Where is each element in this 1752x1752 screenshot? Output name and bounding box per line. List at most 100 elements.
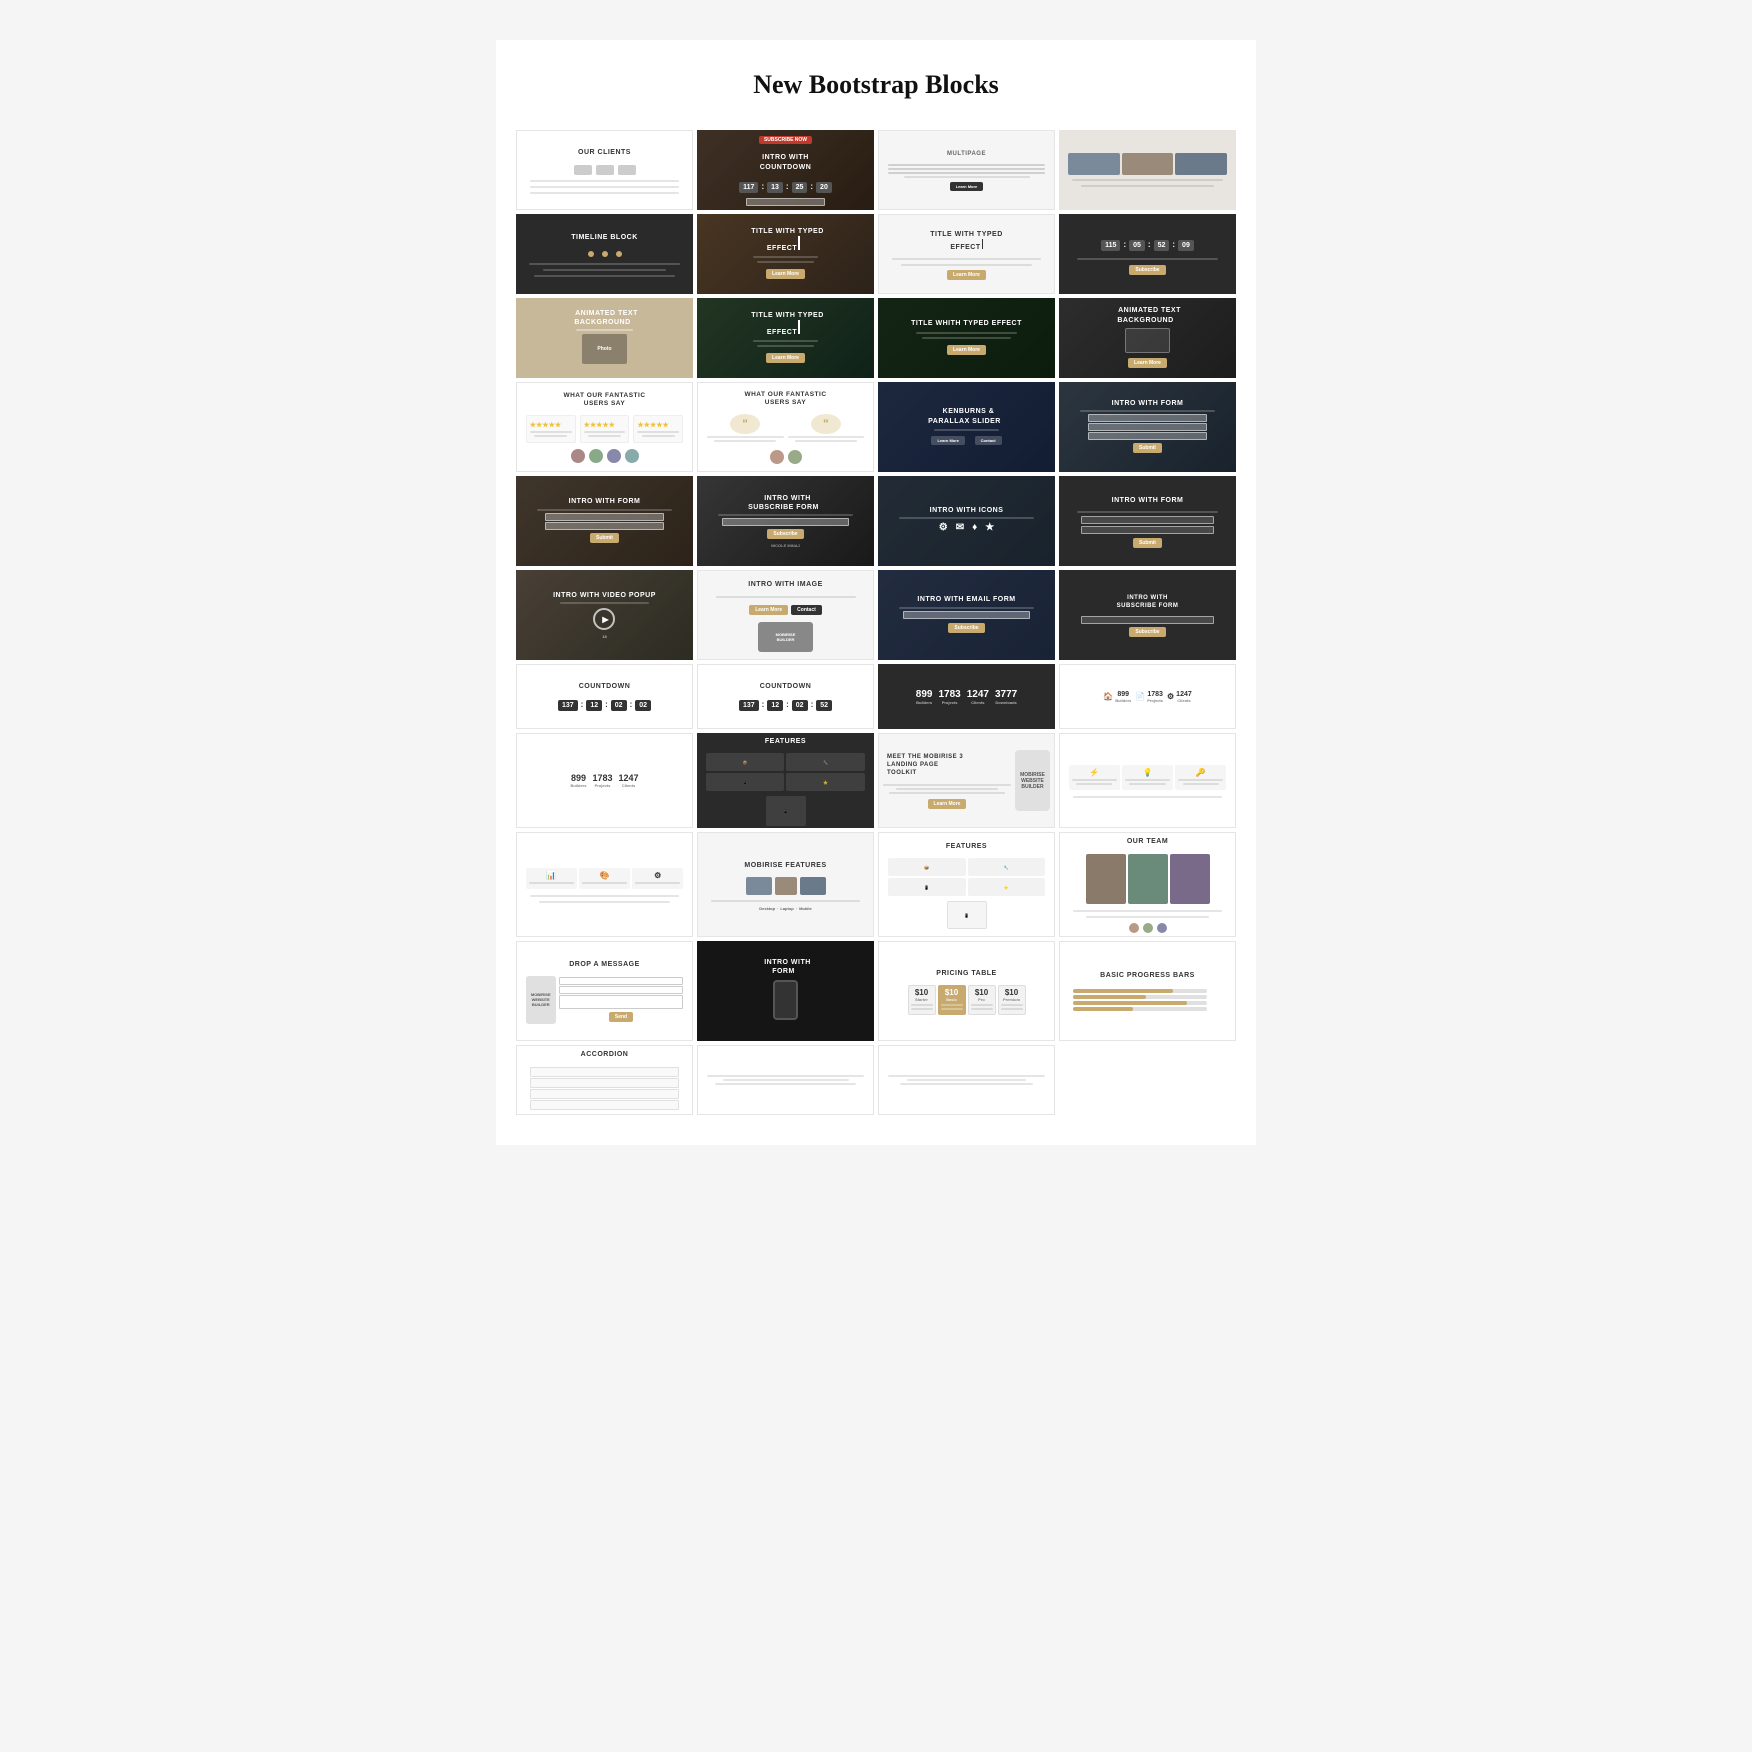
pricing-label: PRICING TABLE [932,965,1000,982]
block-animated-text-1[interactable]: ANIMATED TEXTBACKGROUND Photo [516,298,693,378]
meet-mobirise-btn[interactable]: Learn More [928,799,967,809]
block-countdown-dark[interactable]: 115 : 05 : 52 : 09 Subscribe [1059,214,1236,294]
block-intro-icons[interactable]: INTRO WITH ICONS ⚙ ✉ ♦ ★ [878,476,1055,566]
block-our-team[interactable]: OUR TEAM [1059,832,1236,937]
block-kenburns[interactable]: KENBURNS &PARALLAX SLIDER Learn More Con… [878,382,1055,472]
block-photo-gallery[interactable] [1059,130,1236,210]
intro-form-input-3[interactable] [1088,432,1206,440]
typed-label-1: TITLE WITH TYPEDEFFECT [747,224,824,256]
drop-input-1[interactable] [559,977,684,985]
stat-icon-1-symbol: 🏠 [1103,692,1113,701]
feature-4: ⭐ [786,773,865,791]
block-our-clients[interactable]: OUR CLIENTS [516,130,693,210]
block-countdown-1[interactable]: COUNTDOWN 137 : 12 : 02 : 02 [516,664,693,729]
form-mobile-input-2[interactable] [1081,526,1214,534]
stat-2-3-num: 1247 [619,773,639,783]
stat-icon-3-num: 1247 [1176,691,1192,698]
form-mobile-input-1[interactable] [1081,516,1214,524]
email-form-submit[interactable]: Subscribe [948,623,984,633]
stat-icon-1-num: 899 [1115,691,1131,698]
block-title-typed-1[interactable]: TITLE WITH TYPEDEFFECT Learn More [697,214,874,294]
block-services-1[interactable]: ⚡ 💡 🔑 [1059,733,1236,828]
block-countdown-2[interactable]: COUNTDOWN 137 : 12 : 02 : 52 [697,664,874,729]
accordion-item-3[interactable] [530,1089,680,1099]
block-drop-message[interactable]: DROP A MESSAGE MOBIRISEWEBSITEBUILDER Se… [516,941,693,1041]
play-button[interactable]: ▶ [593,608,615,630]
subscribe-input-1[interactable] [722,518,849,526]
block-title-typed-big[interactable]: TITLE WHITH TYPED EFFECT Learn More [878,298,1055,378]
typed-btn-1[interactable]: Learn More [766,269,805,279]
multipage-btn[interactable]: Learn More [950,182,984,191]
drop-input-3[interactable] [559,995,684,1009]
block-intro-image[interactable]: INTRO WITH IMAGE Learn More Contact MOBI… [697,570,874,660]
subscribe-submit[interactable]: Subscribe [767,529,803,539]
accordion-item-1[interactable] [530,1067,680,1077]
block-services-2[interactable]: 📊 🎨 ⚙ [516,832,693,937]
animated-text-label-1: ANIMATED TEXTBACKGROUND [571,306,638,330]
block-users-say-1[interactable]: WHAT OUR FANTASTICUSERS SAY ★★★★★ ★★★★★ … [516,382,693,472]
accordion-item-2[interactable] [530,1078,680,1088]
stats-icons-row-1: 🏠 899 Builders 📄 1783 Projects ⚙ [1103,691,1192,703]
block-multipage[interactable]: Multipage Learn More [878,130,1055,210]
block-title-typed-2[interactable]: TITLE WITH TYPEDEFFECT Learn More [878,214,1055,294]
animated-text-btn[interactable]: Learn More [1128,358,1167,368]
blocks-grid: OUR CLIENTS SUBSCRIBE NOW INTRO WITHCOUN… [516,130,1236,1115]
intro-form-input-5[interactable] [545,522,663,530]
typed-big-btn[interactable]: Learn More [947,345,986,355]
block-empty-2 [878,1045,1055,1115]
subscribe-2-input[interactable] [1081,616,1214,624]
intro-form-submit-2[interactable]: Submit [590,533,619,543]
block-mobirise-features[interactable]: MOBIRISE FEATURES Desktop·Laptop·Mobile [697,832,874,937]
subscribe-btn[interactable]: SUBSCRIBE NOW [759,136,812,144]
intro-image-btn1[interactable]: Learn More [749,605,788,615]
email-input-countdown[interactable] [746,198,825,206]
block-intro-form-mobile[interactable]: INTRO WITH FORM Submit [1059,476,1236,566]
countdown-dark-btn[interactable]: Subscribe [1129,265,1165,275]
block-intro-form-dark-mobile[interactable]: INTRO WITHFORM [697,941,874,1041]
block-progress[interactable]: Basic Progress Bars [1059,941,1236,1041]
intro-form-submit[interactable]: Submit [1133,443,1162,453]
block-intro-form-1[interactable]: INTRO WITH FORM Submit [1059,382,1236,472]
block-intro-subscribe-2[interactable]: INTRO WITHSUBSCRIBE FORM Subscribe [1059,570,1236,660]
message-phone-preview: MOBIRISEWEBSITEBUILDER [526,976,556,1024]
block-pricing[interactable]: PRICING TABLE $10 Starter $10 Basic $10 … [878,941,1055,1041]
form-mobile-submit[interactable]: Submit [1133,538,1162,548]
block-stats-dark[interactable]: 899 Builders 1783 Projects 1247 Clients … [878,664,1055,729]
features-dark-label: FEATURES [761,733,810,750]
kenburns-btn2[interactable]: Contact [975,436,1002,445]
typed-btn-2[interactable]: Learn More [947,270,986,280]
subscribe-2-btn[interactable]: Subscribe [1129,627,1165,637]
block-timeline[interactable]: TIMELINE BLOCK [516,214,693,294]
price-col-4: $10 Premium [998,985,1026,1015]
count-sec: 20 [816,182,832,193]
intro-form-input-1[interactable] [1088,414,1206,422]
price-col-1: $10 Starter [908,985,936,1015]
block-empty-1 [697,1045,874,1115]
block-features-dark[interactable]: FEATURES 📦 🔧 📱 ⭐ 📱 [697,733,874,828]
intro-form-input-4[interactable] [545,513,663,521]
typed-btn-3[interactable]: Learn More [766,353,805,363]
block-meet-mobirise[interactable]: MEET THE MOBIRISE 3LANDING PAGETOOLKIT L… [878,733,1055,828]
block-intro-subscribe[interactable]: INTRO WITHSUBSCRIBE FORM Subscribe NICOL… [697,476,874,566]
block-stats-icons-1[interactable]: 🏠 899 Builders 📄 1783 Projects ⚙ [1059,664,1236,729]
progress-label: Basic Progress Bars [1096,967,1199,984]
drop-input-2[interactable] [559,986,684,994]
feat-w-4: ⭐ [968,878,1046,896]
block-intro-countdown[interactable]: SUBSCRIBE NOW INTRO WITHCOUNTDOWN 117 : … [697,130,874,210]
block-stats-icons-2[interactable]: 899 Builders 1783 Projects 1247 Clients [516,733,693,828]
intro-form-input-2[interactable] [1088,423,1206,431]
block-video-popup[interactable]: INTRO WITH VIDEO POPUP ▶ 18 [516,570,693,660]
accordion-item-4[interactable] [530,1100,680,1110]
block-users-say-2[interactable]: WHAT OUR FANTASTICUSERS SAY " " [697,382,874,472]
intro-laptop: MOBIRISEBUILDER [758,622,813,652]
block-title-typed-3[interactable]: TITLE WITH TYPEDEFFECT Learn More [697,298,874,378]
intro-image-btn2[interactable]: Contact [791,605,822,615]
kenburns-btn1[interactable]: Learn More [931,436,965,445]
block-accordion[interactable]: Accordion [516,1045,693,1115]
block-intro-form-2[interactable]: INTRO WITH FORM Submit [516,476,693,566]
email-form-input[interactable] [903,611,1030,619]
block-animated-text-2[interactable]: ANIMATED TEXTBACKGROUND Learn More [1059,298,1236,378]
block-intro-email[interactable]: INTRO WITH EMAIL FORM Subscribe [878,570,1055,660]
drop-submit[interactable]: Send [609,1012,633,1022]
block-features-white[interactable]: FEATURES 📦 🔧 📱 ⭐ 📱 [878,832,1055,937]
